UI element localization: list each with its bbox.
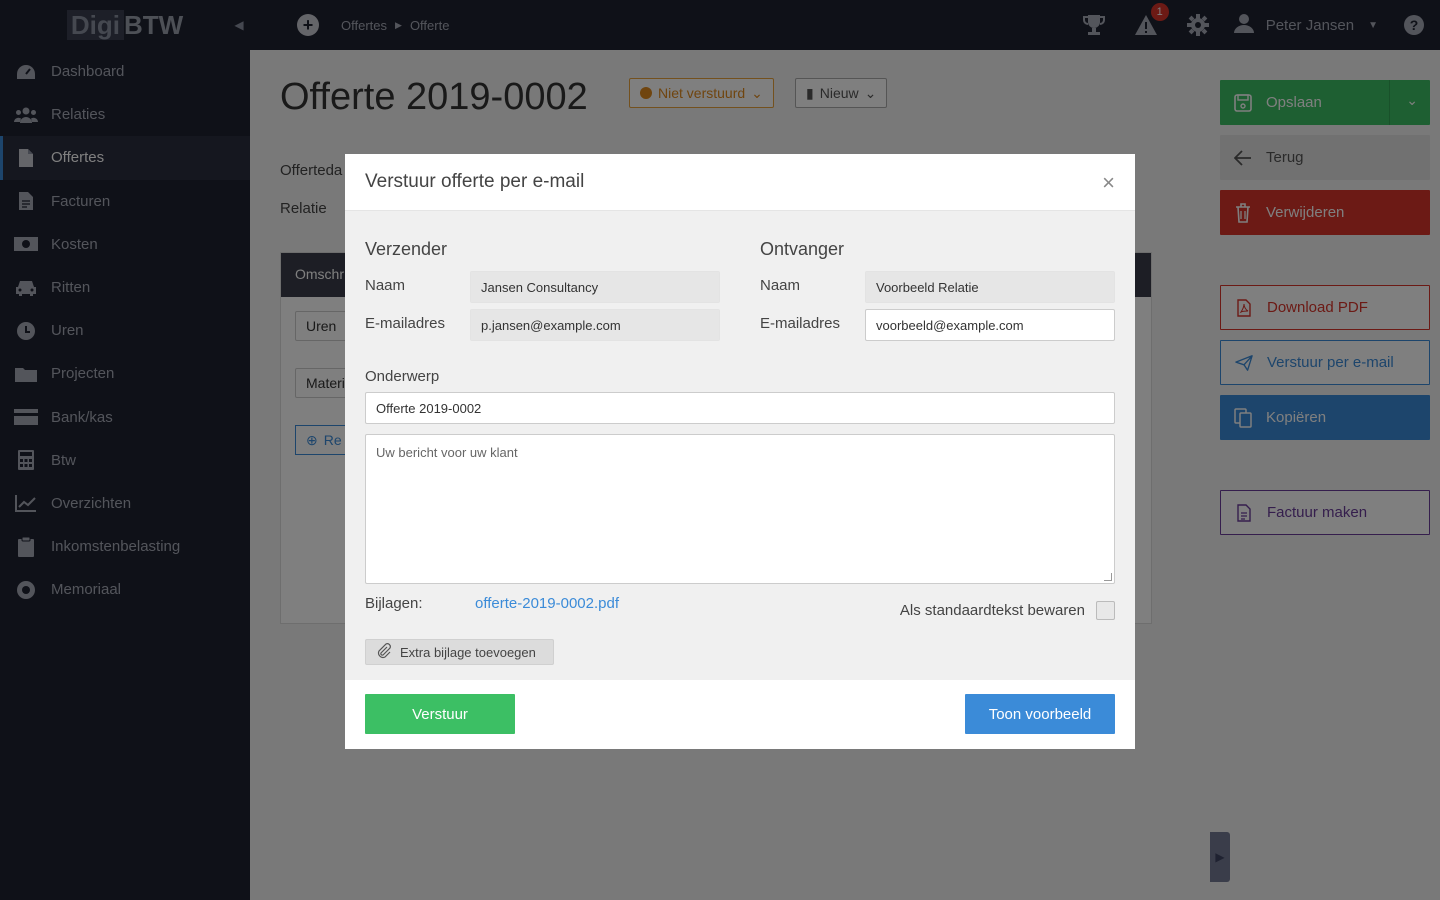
preview-button[interactable]: Toon voorbeeld xyxy=(965,694,1115,734)
sender-email-field: p.jansen@example.com xyxy=(470,309,720,341)
recipient-email-field[interactable]: voorbeeld@example.com xyxy=(865,309,1115,341)
email-modal: Verstuur offerte per e-mail × Verzender … xyxy=(345,154,1135,749)
subject-input[interactable]: Offerte 2019-0002 xyxy=(365,392,1115,424)
modal-title: Verstuur offerte per e-mail xyxy=(365,171,585,192)
recipient-email-label: E-mailadres xyxy=(760,315,841,332)
attachments-label: Bijlagen: xyxy=(365,595,423,612)
modal-footer: Verstuur Toon voorbeeld xyxy=(345,680,1135,749)
save-default-checkbox[interactable] xyxy=(1096,601,1115,620)
sender-name-label: Naam xyxy=(365,277,406,294)
caret-right-icon: ▶ xyxy=(1215,850,1225,864)
recipient-name-label: Naam xyxy=(760,277,801,294)
message-textarea[interactable]: Uw bericht voor uw klant xyxy=(365,434,1115,584)
close-icon[interactable]: × xyxy=(1102,170,1115,196)
sender-email-label: E-mailadres xyxy=(365,315,446,332)
add-attachment-button[interactable]: Extra bijlage toevoegen xyxy=(365,639,554,665)
modal-header: Verstuur offerte per e-mail × xyxy=(345,154,1135,211)
sender-heading: Verzender xyxy=(365,239,448,259)
message-placeholder: Uw bericht voor uw klant xyxy=(376,445,518,460)
add-attachment-label: Extra bijlage toevoegen xyxy=(400,644,536,660)
attachment-link[interactable]: offerte-2019-0002.pdf xyxy=(475,595,619,612)
subject-label: Onderwerp xyxy=(365,368,440,385)
paperclip-icon xyxy=(376,642,392,662)
resize-handle-icon[interactable] xyxy=(1104,573,1112,581)
sender-name-field: Jansen Consultancy xyxy=(470,271,720,303)
save-default-label: Als standaardtekst bewaren xyxy=(899,602,1085,619)
send-button[interactable]: Verstuur xyxy=(365,694,515,734)
recipient-heading: Ontvanger xyxy=(760,239,845,259)
recipient-name-field: Voorbeeld Relatie xyxy=(865,271,1115,303)
panel-toggle[interactable]: ▶ xyxy=(1210,832,1230,882)
